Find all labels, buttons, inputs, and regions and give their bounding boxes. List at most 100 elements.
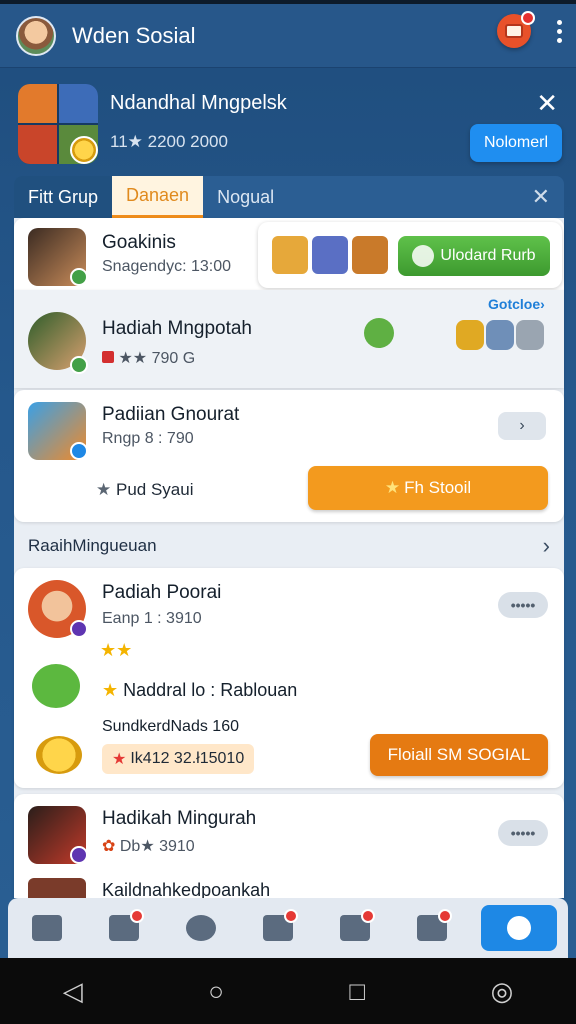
star-icon: ★ <box>384 478 401 497</box>
coin-icon <box>70 136 98 164</box>
star-icon: ★ <box>96 480 112 499</box>
tab-nogual[interactable]: Nogual <box>203 176 288 218</box>
notification-badge <box>283 909 298 923</box>
item-meta-text: ★★ 790 G <box>118 350 196 367</box>
crab-icon: ✿ <box>102 838 116 855</box>
item-meta-text: Db★ 3910 <box>119 838 195 855</box>
star-icon: ★ <box>102 680 119 700</box>
coin-stack-icon <box>456 320 484 350</box>
nav-settings[interactable] <box>481 905 558 951</box>
chat-bubble-icon <box>412 245 435 267</box>
inbox-icon <box>505 24 523 38</box>
action-button[interactable]: Floiall SM SOGIAL <box>370 734 548 776</box>
more-options-button[interactable]: ••••• <box>498 820 548 846</box>
promo-card: Ulodard Rurb <box>258 222 562 288</box>
item-line: ★ Naddral lo : Rablouan <box>102 680 297 701</box>
gift-icon <box>102 351 114 363</box>
item-meta: ★★ 790 G <box>102 348 195 368</box>
mascot-icon <box>32 664 80 708</box>
item-name: Goakinis <box>102 232 176 253</box>
reward-tag-text: Ik412 32.ł15010 <box>130 750 245 767</box>
row-link[interactable]: Gotcloe› <box>488 296 545 312</box>
rating-stars: ★★ <box>100 640 133 660</box>
feed-panel: Goakinis Snagendyc: 13:00 Ulodard Rurb H… <box>14 218 564 900</box>
item-subline: SundkerdNads 160 <box>102 718 239 735</box>
barrel-icon <box>486 320 514 350</box>
nav-home[interactable] <box>19 905 75 951</box>
banner-title: Ndandhal Mngpelsk <box>110 92 287 114</box>
nav-boost[interactable] <box>404 905 460 951</box>
close-icon[interactable]: ✕ <box>532 184 550 210</box>
mascot-icon <box>364 318 394 348</box>
system-navigation: ◁ ○ □ ◎ <box>0 958 576 1024</box>
tab-danaen[interactable]: Danaen <box>112 176 204 218</box>
chevron-right-icon: › <box>542 533 550 558</box>
promo-button-label: Ulodard Rurb <box>440 247 536 264</box>
app-bar: Wden Sosial <box>0 4 576 68</box>
gear-icon <box>507 916 532 940</box>
tab-fitt-grup[interactable]: Fitt Grup <box>14 176 113 218</box>
notification-badge <box>438 909 453 923</box>
more-options-button[interactable]: ••••• <box>498 592 548 618</box>
notification-badge <box>361 909 376 923</box>
level-badge <box>70 620 88 638</box>
profile-avatar[interactable] <box>16 15 56 56</box>
item-name: Padiian Gnourat <box>102 404 240 425</box>
online-badge <box>70 268 88 286</box>
notification-badge <box>129 909 144 923</box>
secondary-label-text: Pud Syaui <box>115 480 194 499</box>
item-name: Hadiah Mngpotah <box>102 318 252 339</box>
feed-item[interactable]: Padiian Gnourat Rngp 8 : 790 › ★ Pud Sya… <box>14 390 564 522</box>
item-line-text: Naddral lo : Rablouan <box>123 680 298 700</box>
action-button-label: Fh Stooil <box>404 478 472 497</box>
secondary-label[interactable]: ★ Pud Syaui <box>96 480 193 500</box>
coins-group <box>456 320 544 350</box>
feed-item[interactable]: Padiah Poorai Eanp 1 : 3910 ★★ ••••• ★ N… <box>14 568 564 788</box>
lock-icon <box>516 320 544 350</box>
item-meta: Rngp 8 : 790 <box>102 430 194 447</box>
game-thumb[interactable] <box>352 236 388 274</box>
feed-item[interactable]: Hadiah Mngpotah ★★ 790 G Gotcloe› <box>14 290 564 388</box>
inbox-button[interactable] <box>497 11 535 48</box>
online-badge <box>70 356 88 374</box>
item-meta: Snagendyc: 13:00 <box>102 258 231 275</box>
more-menu-icon[interactable] <box>557 19 562 43</box>
promo-banner: Ndandhal Mngpelsk 11★ 2200 2000 ✕ Nolome… <box>0 80 576 170</box>
nav-chat[interactable] <box>173 905 229 951</box>
game-thumb[interactable] <box>312 236 348 274</box>
banner-subtitle: 11★ 2200 2000 <box>110 132 228 151</box>
section-title: RaaihMingueuan <box>28 536 157 555</box>
coin-icon <box>36 736 82 774</box>
nav-likes[interactable] <box>96 905 152 951</box>
action-button[interactable]: ★ Fh Stooil <box>308 466 548 510</box>
back-icon[interactable]: ◁ <box>63 976 83 1007</box>
notification-badge <box>521 11 535 25</box>
section-header[interactable]: RaaihMingueuan › <box>14 526 564 566</box>
feed-item[interactable]: Hadikah Mingurah ✿ Db★ 3910 ••••• Kaildn… <box>14 794 564 900</box>
home-icon <box>31 915 62 941</box>
item-meta: Eanp 1 : 3910 <box>102 610 202 627</box>
verified-badge <box>70 442 88 460</box>
level-badge <box>70 846 88 864</box>
chat-icon <box>185 915 216 941</box>
item-name: Padiah Poorai <box>102 582 222 603</box>
item-name: Hadikah Mingurah <box>102 808 257 829</box>
expand-button[interactable]: › <box>498 412 546 440</box>
banner-action-button[interactable]: Nolomerl <box>470 124 562 162</box>
game-thumb[interactable] <box>272 236 308 274</box>
item-meta: ✿ Db★ 3910 <box>102 836 195 856</box>
app-title: Wden Sosial <box>72 22 196 48</box>
bottom-navigation <box>8 898 568 958</box>
promo-button[interactable]: Ulodard Rurb <box>398 236 550 276</box>
user-avatar <box>28 878 86 898</box>
tab-bar: Fitt Grup Danaen Nogual ✕ <box>14 176 564 218</box>
feed-item[interactable]: Goakinis Snagendyc: 13:00 Ulodard Rurb <box>14 218 564 290</box>
star-icon: ★ <box>112 751 127 768</box>
nav-tasks[interactable] <box>327 905 383 951</box>
reward-tag: ★ Ik412 32.ł15010 <box>102 744 255 774</box>
home-circle-icon[interactable]: ○ <box>208 976 224 1007</box>
close-icon[interactable]: ✕ <box>536 88 558 119</box>
assistant-icon[interactable]: ◎ <box>491 976 514 1007</box>
recents-icon[interactable]: □ <box>349 976 365 1007</box>
nav-share[interactable] <box>250 905 306 951</box>
